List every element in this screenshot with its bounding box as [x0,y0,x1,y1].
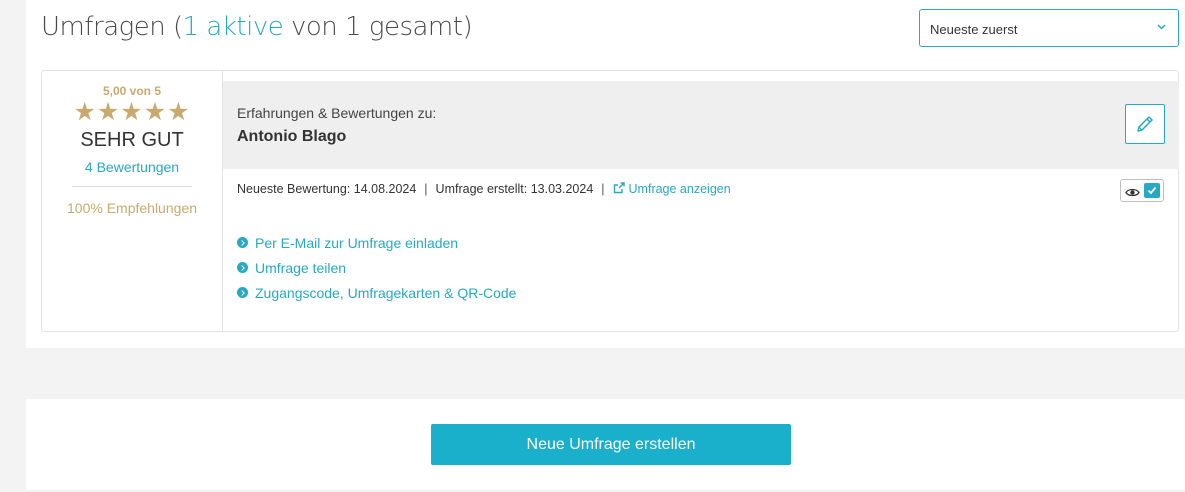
eye-icon [1125,185,1140,203]
surveys-panel: Umfragen (1 aktive von 1 gesamt) Neueste… [26,0,1185,348]
invite-email-link[interactable]: Per E-Mail zur Umfrage einladen [237,230,516,255]
survey-card: 5,00 von 5 ★★★★★ SEHR GUT 4 Bewertungen … [41,70,1179,332]
title-suffix: von 1 gesamt) [283,12,473,42]
view-survey-label: Umfrage anzeigen [628,182,731,196]
checkbox-checked-icon [1144,183,1160,198]
edit-survey-button[interactable] [1125,104,1165,144]
view-survey-link[interactable]: Umfrage anzeigen [613,182,731,196]
latest-review-date: Neueste Bewertung: 14.08.2024 [237,182,417,196]
reviews-count-link[interactable]: 4 Bewertungen [42,159,222,175]
rating-verdict: SEHR GUT [80,129,184,151]
access-code-link[interactable]: Zugangscode, Umfragekarten & QR-Code [237,280,516,305]
created-date: Umfrage erstellt: 13.03.2024 [435,182,594,196]
share-survey-link[interactable]: Umfrage teilen [237,255,516,280]
action-label: Per E-Mail zur Umfrage einladen [255,234,459,251]
create-panel: Neue Umfrage erstellen [26,399,1185,490]
visibility-toggle[interactable] [1120,179,1164,202]
recommendation-rate: 100% Empfehlungen [67,200,197,216]
chevron-down-icon [1157,21,1166,33]
action-label: Umfrage teilen [255,259,347,276]
pencil-icon [1137,116,1153,132]
sort-select[interactable]: Neueste zuerst [919,9,1179,47]
survey-header: Erfahrungen & Bewertungen zu: Antonio Bl… [223,81,1179,169]
rating-summary: 5,00 von 5 ★★★★★ SEHR GUT 4 Bewertungen … [42,71,223,331]
chevron-circle-icon [237,262,248,273]
sort-select-value: Neueste zuerst [930,22,1018,37]
rating-score: 5,00 von 5 [102,84,162,98]
page-title: Umfragen (1 aktive von 1 gesamt) [41,12,473,42]
action-label: Zugangscode, Umfragekarten & QR-Code [255,284,517,301]
external-link-icon [613,182,625,197]
survey-meta: Neueste Bewertung: 14.08.2024 | Umfrage er… [237,182,731,197]
divider [72,186,192,187]
create-survey-button[interactable]: Neue Umfrage erstellen [431,424,791,465]
chevron-circle-icon [237,237,248,248]
survey-subtitle: Erfahrungen & Bewertungen zu: [237,105,437,121]
star-rating: ★★★★★ [73,98,191,126]
survey-actions: Per E-Mail zur Umfrage einladen Umfrage … [237,230,516,305]
survey-name: Antonio Blago [237,128,347,145]
active-count-link[interactable]: 1 aktive [183,12,284,42]
meta-separator: | [424,182,428,196]
chevron-circle-icon [237,287,248,298]
title-prefix: Umfragen ( [41,12,183,42]
meta-separator: | [601,182,605,196]
